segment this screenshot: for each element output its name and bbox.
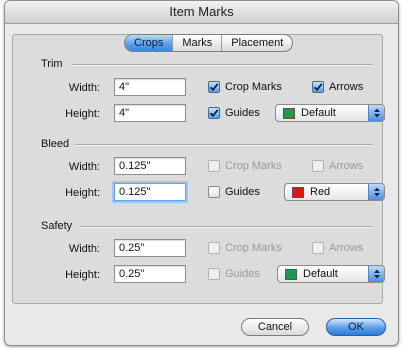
bleed-width-label: Width: bbox=[68, 161, 100, 173]
trim-color-select[interactable]: Default bbox=[275, 104, 385, 122]
checkbox-unchecked-icon bbox=[208, 186, 220, 198]
cancel-button[interactable]: Cancel bbox=[241, 318, 309, 336]
trim-height-label: Height: bbox=[65, 108, 100, 120]
trim-height-input[interactable]: 4" bbox=[114, 104, 186, 122]
trim-arrows-label: Arrows bbox=[329, 81, 364, 93]
checkbox-unchecked-icon bbox=[312, 242, 324, 254]
bleed-guides-label: Guides bbox=[225, 186, 260, 198]
trim-arrows-checkbox[interactable]: Arrows bbox=[312, 81, 363, 93]
tab-crops[interactable]: Crops bbox=[125, 35, 173, 51]
popup-arrows-icon bbox=[368, 105, 384, 121]
bleed-color-select[interactable]: Red bbox=[284, 183, 385, 201]
bleed-arrows-label: Arrows bbox=[329, 160, 364, 172]
trim-guides-checkbox[interactable]: Guides bbox=[208, 107, 260, 119]
checkbox-checked-icon bbox=[312, 81, 324, 93]
tab-placement[interactable]: Placement bbox=[221, 35, 292, 51]
dialog-title: Item Marks bbox=[5, 1, 398, 24]
section-divider-safety bbox=[80, 226, 372, 228]
popup-arrows-icon bbox=[368, 266, 384, 282]
color-swatch-icon bbox=[285, 268, 297, 280]
trim-crop-marks-checkbox[interactable]: Crop Marks bbox=[208, 81, 282, 93]
section-title-safety: Safety bbox=[41, 220, 73, 232]
safety-width-label: Width: bbox=[68, 243, 100, 255]
tab-bar: Crops Marks Placement bbox=[124, 34, 294, 52]
safety-height-input[interactable]: 0.25" bbox=[114, 265, 186, 283]
bleed-height-input[interactable]: 0.125" bbox=[114, 183, 186, 201]
bleed-guides-checkbox[interactable]: Guides bbox=[208, 186, 260, 198]
section-divider-trim bbox=[72, 64, 372, 66]
safety-height-label: Height: bbox=[65, 269, 100, 281]
safety-guides-label: Guides bbox=[225, 268, 260, 280]
checkbox-checked-icon bbox=[208, 107, 220, 119]
tab-marks[interactable]: Marks bbox=[172, 35, 221, 51]
safety-color-select[interactable]: Default bbox=[277, 265, 385, 283]
checkbox-unchecked-icon bbox=[208, 268, 220, 280]
checkbox-unchecked-icon bbox=[312, 160, 324, 172]
safety-crop-marks-checkbox[interactable]: Crop Marks bbox=[208, 242, 282, 254]
safety-arrows-checkbox[interactable]: Arrows bbox=[312, 242, 363, 254]
bleed-crop-marks-label: Crop Marks bbox=[225, 160, 282, 172]
trim-width-input[interactable]: 4" bbox=[114, 78, 186, 96]
checkbox-checked-icon bbox=[208, 81, 220, 93]
trim-guides-label: Guides bbox=[225, 107, 260, 119]
safety-guides-checkbox[interactable]: Guides bbox=[208, 268, 260, 280]
checkbox-unchecked-icon bbox=[208, 160, 220, 172]
safety-width-input[interactable]: 0.25" bbox=[114, 239, 186, 257]
bleed-height-label: Height: bbox=[65, 187, 100, 199]
bleed-arrows-checkbox[interactable]: Arrows bbox=[312, 160, 363, 172]
safety-crop-marks-label: Crop Marks bbox=[225, 242, 282, 254]
trim-crop-marks-label: Crop Marks bbox=[225, 81, 282, 93]
bleed-crop-marks-checkbox[interactable]: Crop Marks bbox=[208, 160, 282, 172]
section-title-bleed: Bleed bbox=[41, 138, 70, 150]
trim-width-label: Width: bbox=[68, 82, 100, 94]
checkbox-unchecked-icon bbox=[208, 242, 220, 254]
safety-arrows-label: Arrows bbox=[329, 242, 364, 254]
trim-color-value: Default bbox=[301, 107, 336, 119]
color-swatch-icon bbox=[283, 107, 295, 119]
bleed-width-input[interactable]: 0.125" bbox=[114, 157, 186, 175]
section-title-trim: Trim bbox=[41, 58, 63, 70]
bleed-color-value: Red bbox=[310, 186, 331, 198]
safety-color-value: Default bbox=[303, 268, 338, 280]
popup-arrows-icon bbox=[368, 184, 384, 200]
ok-button[interactable]: OK bbox=[326, 318, 386, 336]
section-divider-bleed bbox=[75, 144, 372, 146]
color-swatch-icon bbox=[292, 186, 304, 198]
